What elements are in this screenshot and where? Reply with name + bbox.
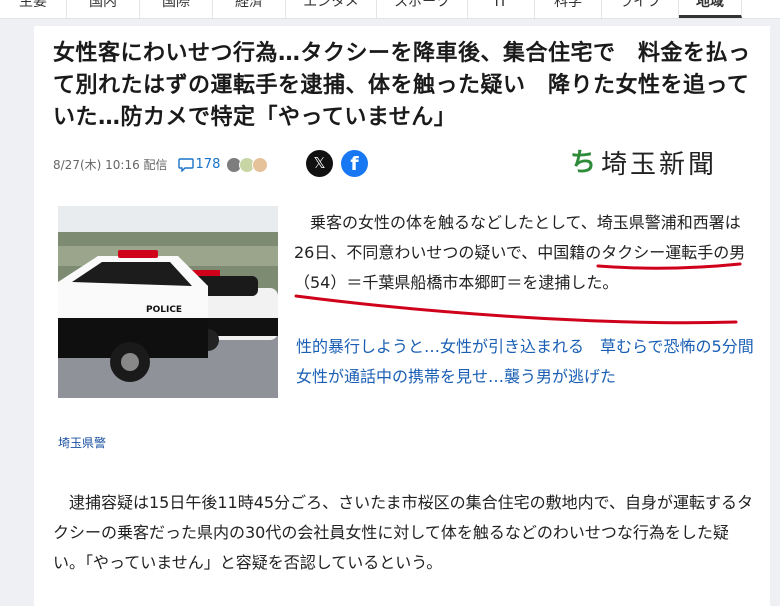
tab-0[interactable]: 主要	[0, 0, 67, 18]
publish-date: 8/27(木) 10:16 配信	[53, 158, 168, 172]
tab-1[interactable]: 国内	[67, 0, 140, 18]
tab-8[interactable]: ライフ	[602, 0, 679, 18]
comment-link[interactable]: 178	[177, 157, 221, 172]
tab-2[interactable]: 国際	[140, 0, 213, 18]
tab-4[interactable]: エンタメ	[286, 0, 377, 18]
facebook-logo-icon: f	[350, 153, 359, 175]
publisher-name: 埼玉新聞	[601, 150, 718, 180]
comment-icon	[177, 157, 194, 172]
lead-paragraph: 乗客の女性の体を触るなどしたとして、埼玉県警浦和西署は26日、不同意わいせつの疑…	[294, 213, 746, 292]
tab-3[interactable]: 経済	[213, 0, 286, 18]
x-share-button[interactable]: 𝕏	[306, 150, 333, 177]
publisher-mark-icon: ち	[569, 147, 596, 178]
tab-7[interactable]: 科学	[535, 0, 602, 18]
police-car-image: POLICE	[58, 206, 278, 398]
photo-caption: 埼玉県警	[58, 436, 107, 450]
publisher-logo[interactable]: ち 埼玉新聞	[569, 144, 717, 181]
article-headline: 女性客にわいせつ行為…タクシーを降車後、集合住宅で 料金を払って別れたはずの運転…	[53, 41, 751, 130]
comment-count: 178	[195, 157, 221, 172]
article-card: 女性客にわいせつ行為…タクシーを降車後、集合住宅で 料金を払って別れたはずの運転…	[34, 26, 770, 606]
related-articles: 性的暴行しようと…女性が引き込まれる 草むらで恐怖の5分間 女性が通話中の携帯を…	[296, 332, 770, 392]
tab-9[interactable]: 地域	[679, 0, 742, 18]
related-article-link[interactable]: 性的暴行しようと…女性が引き込まれる 草むらで恐怖の5分間 女性が通話中の携帯を…	[296, 337, 770, 386]
x-logo-icon: 𝕏	[313, 154, 326, 172]
reaction-avatars	[226, 156, 269, 173]
car-door-label: POLICE	[146, 305, 182, 315]
article-meta: 8/27(木) 10:16 配信 178	[53, 156, 269, 173]
body-paragraph: 逮捕容疑は15日午後11時45分ごろ、さいたま市桜区の集合住宅の敷地内で、自身が…	[53, 493, 753, 572]
tab-5[interactable]: スポーツ	[377, 0, 468, 18]
category-nav: 主要 国内 国際 経済 エンタメ スポーツ IT 科学 ライフ 地域	[0, 0, 780, 19]
article-photo[interactable]: POLICE	[58, 206, 278, 398]
tab-6[interactable]: IT	[468, 0, 535, 18]
facebook-share-button[interactable]: f	[341, 150, 368, 177]
avatar	[252, 156, 269, 173]
